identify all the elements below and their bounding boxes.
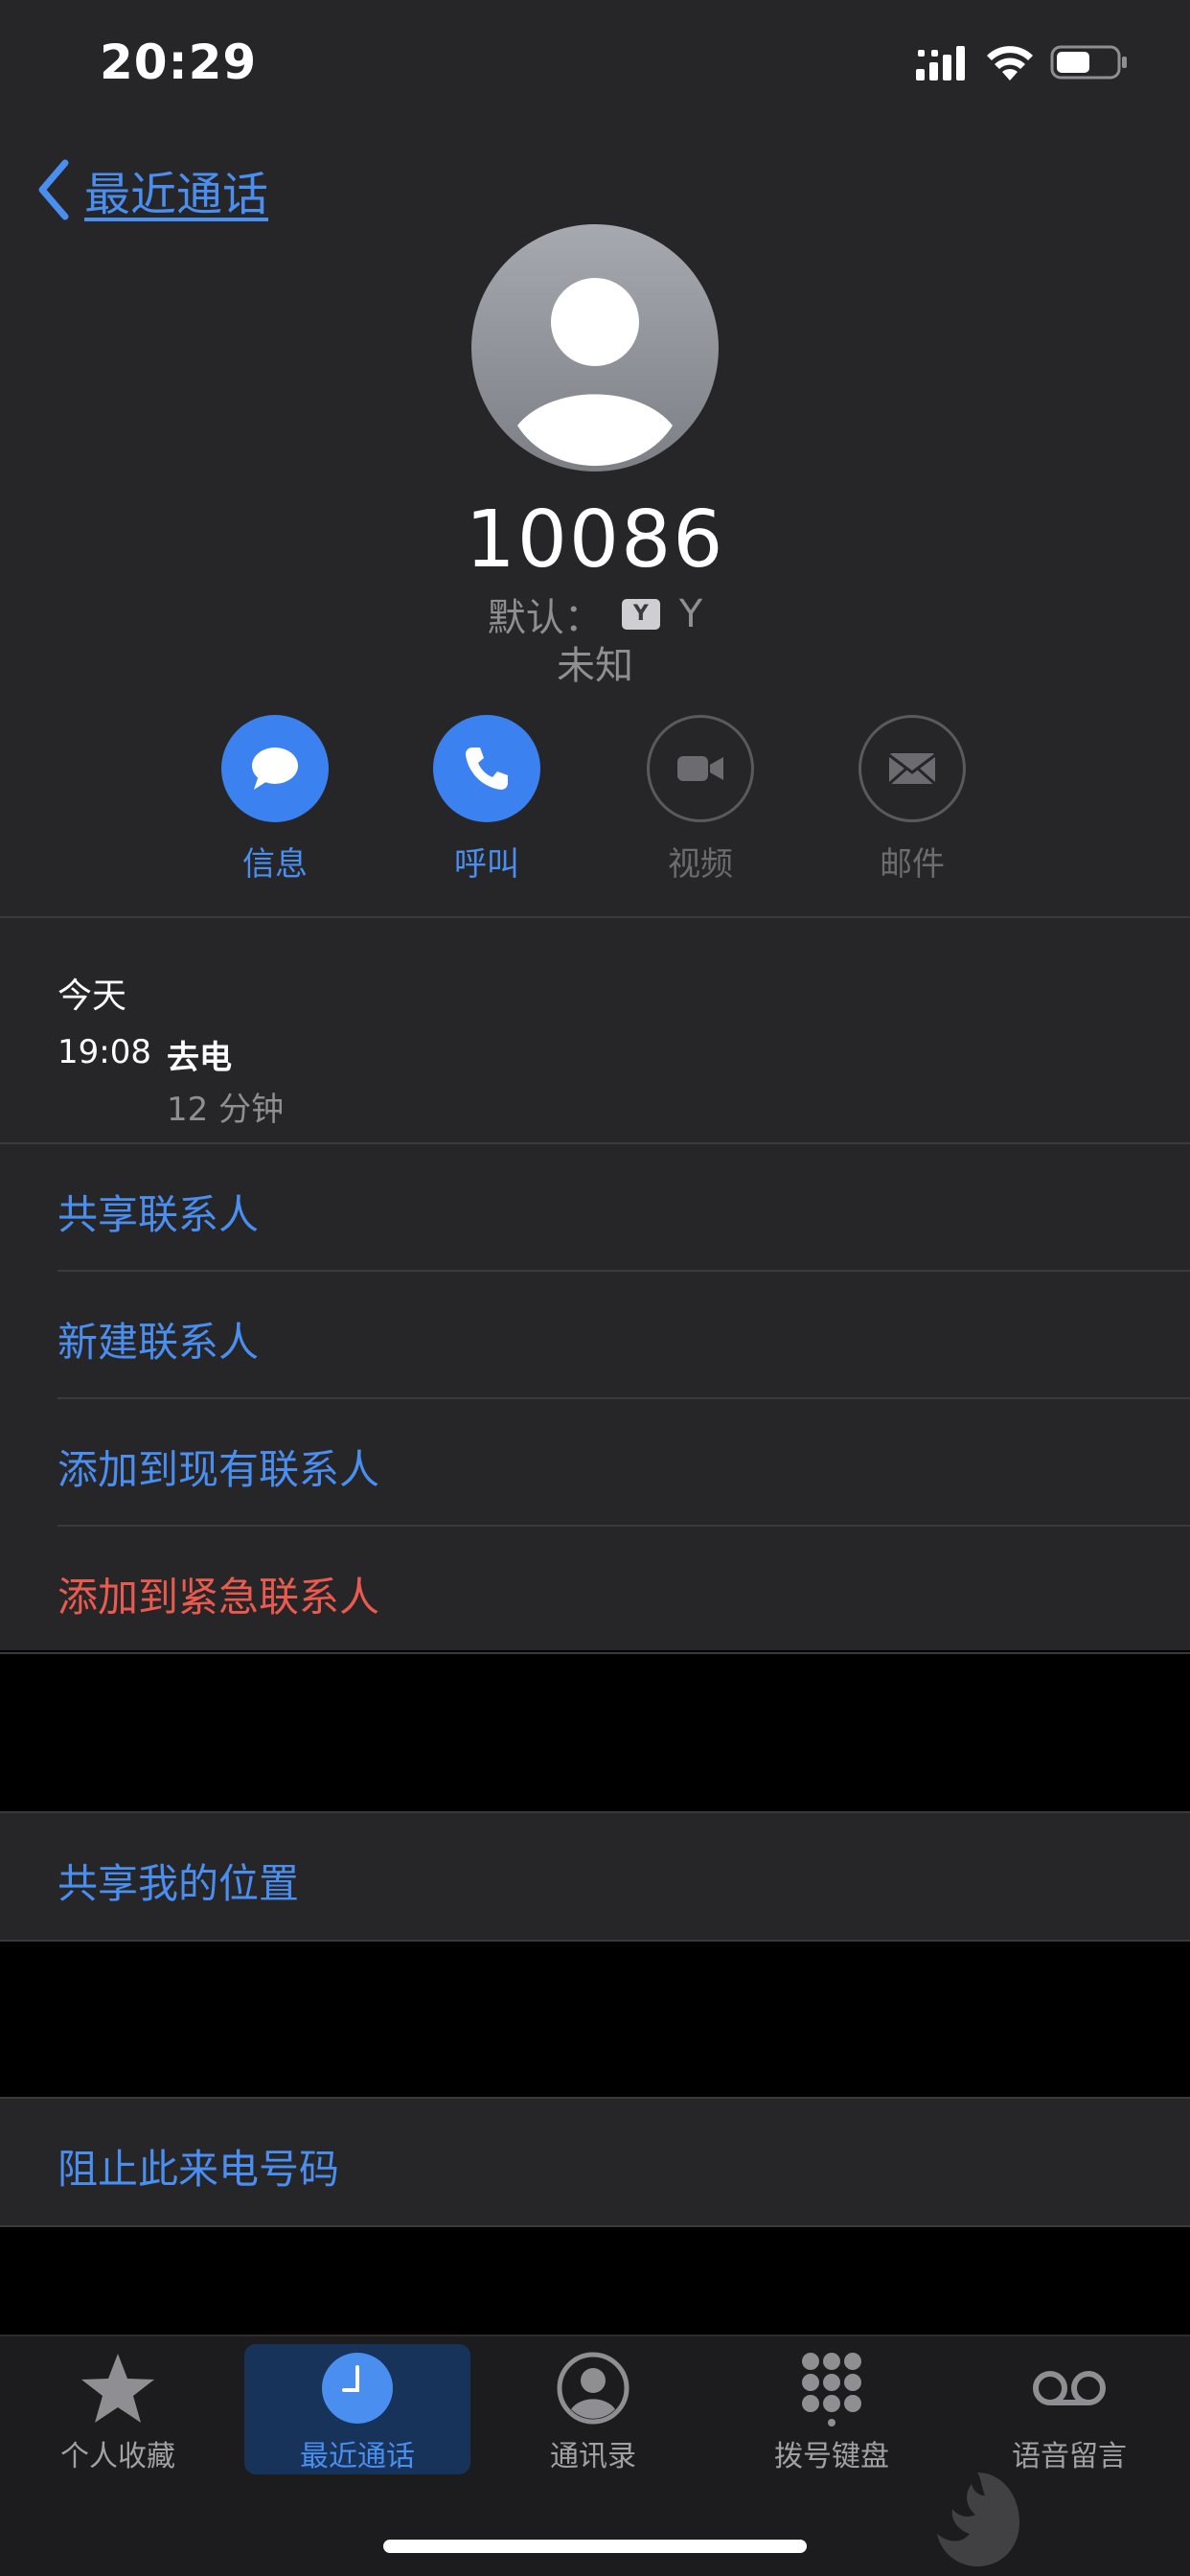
action-buttons: 信息 呼叫 视频 邮件 [0,715,1190,884]
battery-icon [1050,45,1127,80]
cellular-signal-icon [916,46,965,80]
status-time: 20:29 [100,34,258,90]
tab-recents[interactable]: 最近通话 [244,2344,470,2474]
person-circle-icon [557,2352,629,2425]
message-button[interactable]: 信息 [198,715,352,885]
divider [0,2225,1190,2227]
message-label: 信息 [242,845,308,884]
divider [57,1525,1190,1527]
video-button[interactable]: 视频 [624,715,777,885]
phone-icon [466,748,508,790]
wifi-icon [987,46,1033,80]
message-circle [221,715,329,822]
divider [57,1270,1190,1272]
home-indicator[interactable] [383,2540,807,2553]
tab-label: 最近通话 [300,2440,415,2473]
tab-contacts[interactable]: 通讯录 [480,2344,706,2474]
person-silhouette-icon [517,278,673,467]
video-icon [677,756,723,781]
add-to-existing-contact-button[interactable]: 添加到现有联系人 [57,1438,379,1496]
mail-circle [858,715,966,822]
voicemail-icon [1033,2371,1106,2405]
divider [0,1142,1190,1144]
tab-keypad[interactable]: 拨号键盘 [719,2344,945,2474]
video-label: 视频 [668,845,733,884]
contact-avatar [471,224,719,472]
back-button[interactable]: 最近通话 [34,153,268,226]
share-contact-button[interactable]: 共享联系人 [57,1183,259,1241]
sim-badge: Y [621,599,660,630]
history-day: 今天 [57,977,127,1016]
back-label: 最近通话 [84,168,269,221]
tab-voicemail[interactable]: 语音留言 [956,2344,1182,2474]
tab-favorites[interactable]: 个人收藏 [5,2344,231,2474]
call-circle [433,715,540,822]
divider [0,1811,1190,1813]
tab-label: 通讯录 [550,2440,636,2473]
watermark-logo-icon [937,2472,1019,2566]
share-location-button[interactable]: 共享我的位置 [57,1852,299,1910]
tab-label: 个人收藏 [60,2440,175,2473]
history-type: 去电 [167,1039,232,1077]
tab-label: 拨号键盘 [774,2440,889,2473]
history-time: 19:08 [57,1033,151,1071]
divider [0,1652,1190,1654]
call-label: 呼叫 [454,845,519,884]
keypad-icon [802,2353,861,2426]
sim-name: Y [678,592,703,636]
contact-number: 10086 [465,494,725,586]
call-button[interactable]: 呼叫 [410,715,563,885]
add-to-emergency-contact-button[interactable]: 添加到紧急联系人 [57,1565,379,1623]
divider [57,1397,1190,1399]
status-bar: 20:29 [0,0,1190,125]
create-contact-button[interactable]: 新建联系人 [57,1310,259,1368]
contact-location: 未知 [557,644,633,688]
message-icon [252,748,298,790]
chevron-left-icon [38,159,69,220]
history-duration: 12 分钟 [167,1091,285,1129]
mail-icon [888,753,936,786]
divider [0,1940,1190,1942]
block-number-button[interactable]: 阻止此来电号码 [57,2137,339,2196]
contact-detail-screen: 20:29 最近通话 10086 默认： Y Y 未知 信息 呼叫 视频 邮件 … [0,0,1190,2576]
mail-button[interactable]: 邮件 [835,715,989,885]
mail-label: 邮件 [880,845,945,884]
divider [0,2097,1190,2099]
contact-options-group [0,918,1190,1650]
clock-icon [322,2353,393,2424]
star-icon [81,2354,154,2423]
video-circle [647,715,754,822]
